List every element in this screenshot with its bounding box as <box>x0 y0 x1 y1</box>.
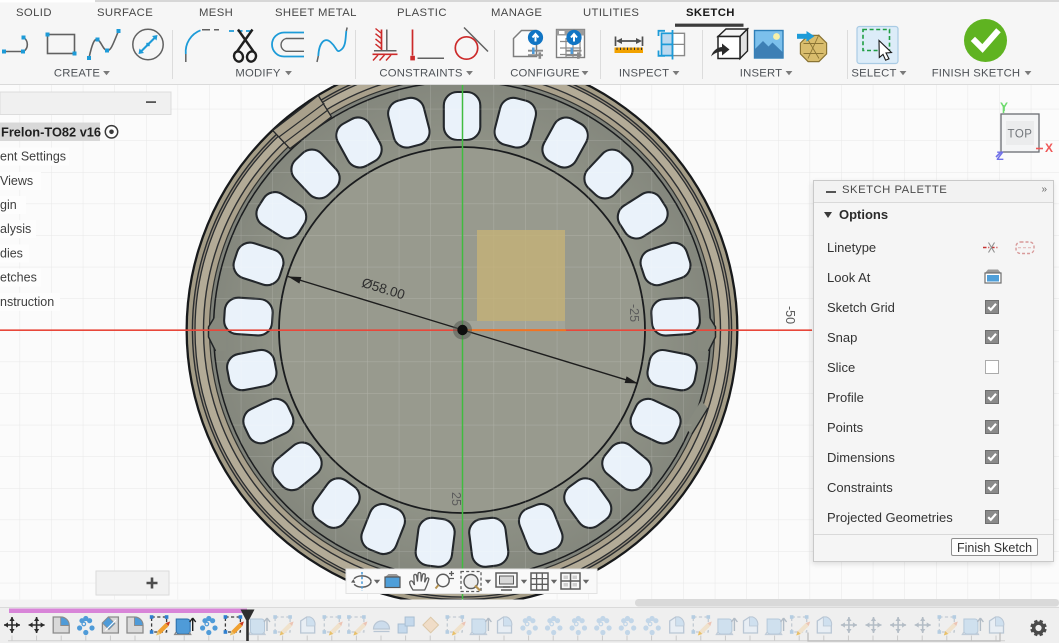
svg-text:MANAGE: MANAGE <box>491 7 542 19</box>
svg-text:SOLID: SOLID <box>16 7 52 19</box>
svg-text:INSPECT: INSPECT <box>619 68 669 80</box>
svg-text:ent Settings: ent Settings <box>0 150 66 164</box>
svg-text:SHEET METAL: SHEET METAL <box>275 7 357 19</box>
svg-text:CONSTRAINTS: CONSTRAINTS <box>379 68 462 80</box>
svg-text:-25: -25 <box>627 304 641 322</box>
svg-text:nstruction: nstruction <box>0 295 54 309</box>
svg-text:TOP: TOP <box>1008 129 1033 141</box>
svg-text:gin: gin <box>0 198 17 212</box>
svg-text:MESH: MESH <box>199 7 233 19</box>
svg-text:CREATE: CREATE <box>54 68 100 80</box>
svg-text:FINISH SKETCH: FINISH SKETCH <box>932 68 1021 80</box>
svg-text:Views: Views <box>0 174 33 188</box>
svg-text:PLASTIC: PLASTIC <box>397 7 447 19</box>
svg-text:25: 25 <box>449 492 463 506</box>
svg-text:CONFIGURE: CONFIGURE <box>510 68 580 80</box>
svg-text:SELECT: SELECT <box>851 68 896 80</box>
svg-text:dies: dies <box>0 246 23 260</box>
svg-text:etches: etches <box>0 271 37 285</box>
svg-text:Frelon-TO82 v16: Frelon-TO82 v16 <box>1 125 101 140</box>
svg-text:INSERT: INSERT <box>740 68 782 80</box>
svg-text:X: X <box>1045 141 1053 155</box>
svg-text:MODIFY: MODIFY <box>235 68 280 80</box>
svg-text:SURFACE: SURFACE <box>97 7 153 19</box>
svg-text:alysis: alysis <box>0 222 31 236</box>
svg-text:UTILITIES: UTILITIES <box>583 7 639 19</box>
svg-text:SKETCH: SKETCH <box>686 7 735 19</box>
svg-text:-50: -50 <box>783 306 797 324</box>
